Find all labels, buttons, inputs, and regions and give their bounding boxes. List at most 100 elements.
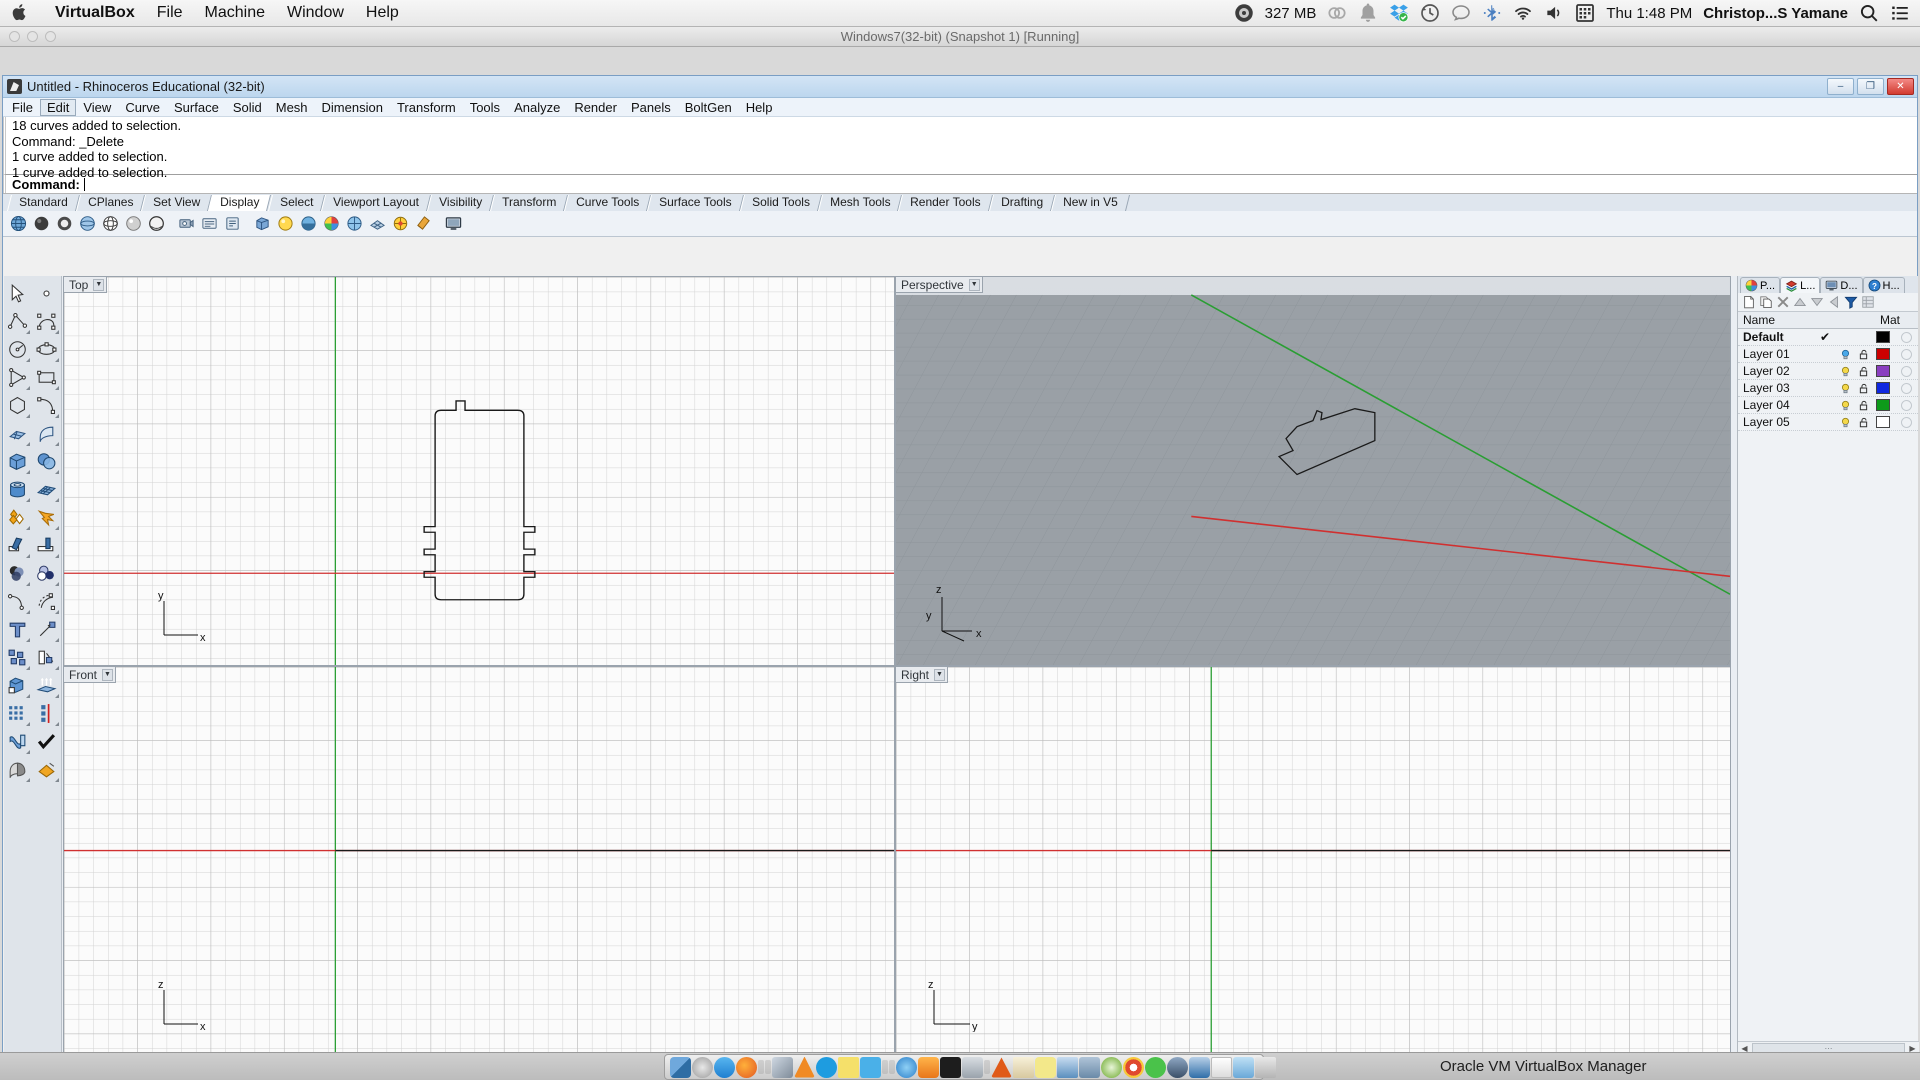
- clock-label[interactable]: Thu 1:48 PM: [1606, 5, 1692, 22]
- appstore-icon[interactable]: [714, 1056, 735, 1078]
- layer-color-swatch[interactable]: [1872, 365, 1894, 377]
- layer-material-swatch[interactable]: [1894, 348, 1918, 360]
- current-layer-check[interactable]: ✔: [1814, 330, 1836, 344]
- sphere-ghosted-icon[interactable]: [54, 213, 75, 234]
- blend-curve-icon[interactable]: [33, 588, 60, 615]
- flashlight-icon[interactable]: [413, 213, 434, 234]
- table-row[interactable]: Layer 02: [1738, 363, 1918, 380]
- sphere-solid-icon[interactable]: [33, 448, 60, 475]
- toolbar-tab-viewport-layout[interactable]: Viewport Layout: [320, 195, 431, 211]
- box-solid-icon[interactable]: [4, 448, 31, 475]
- shade-sphere-icon[interactable]: [275, 213, 296, 234]
- layer-lock-toggle[interactable]: [1854, 349, 1872, 360]
- rhino-menu-transform[interactable]: Transform: [390, 99, 463, 116]
- layer-visibility-toggle[interactable]: [1836, 400, 1854, 411]
- offset-surface-icon[interactable]: [4, 672, 31, 699]
- rhino-menu-surface[interactable]: Surface: [167, 99, 226, 116]
- check-object-icon[interactable]: [33, 728, 60, 755]
- sphere-shaded-icon[interactable]: [31, 213, 52, 234]
- rhino-menu-analyze[interactable]: Analyze: [507, 99, 567, 116]
- layer-color-swatch[interactable]: [1872, 382, 1894, 394]
- volume-icon[interactable]: [1544, 3, 1564, 23]
- rhino-close-button[interactable]: ✕: [1887, 78, 1914, 95]
- photos-icon[interactable]: [772, 1056, 793, 1078]
- istat-menu-icon[interactable]: [1234, 3, 1254, 23]
- color-wheel-icon[interactable]: [321, 213, 342, 234]
- move-up-icon[interactable]: [1793, 295, 1807, 309]
- shade-preview-icon[interactable]: [4, 756, 31, 783]
- spotlight-search-icon[interactable]: [1859, 3, 1879, 23]
- curve-interp-icon[interactable]: [33, 308, 60, 335]
- creative-cloud-icon[interactable]: [1327, 3, 1347, 23]
- ellipse-icon[interactable]: [33, 336, 60, 363]
- toolbar-tab-drafting[interactable]: Drafting: [988, 195, 1055, 211]
- point-icon[interactable]: [33, 280, 60, 307]
- menu-help[interactable]: Help: [355, 4, 410, 22]
- copy-objects-icon[interactable]: [4, 644, 31, 671]
- boolean-sphere-icon[interactable]: [4, 560, 31, 587]
- layer-lock-toggle[interactable]: [1854, 400, 1872, 411]
- toolbar-tab-standard[interactable]: Standard: [7, 195, 80, 211]
- globe-icon[interactable]: [8, 213, 29, 234]
- table-row[interactable]: Layer 03: [1738, 380, 1918, 397]
- rhino-minimize-button[interactable]: –: [1827, 78, 1854, 95]
- launchpad-icon[interactable]: [692, 1056, 713, 1078]
- viewport-label-right[interactable]: Right ▼: [896, 667, 949, 683]
- layer-color-swatch[interactable]: [1872, 416, 1894, 428]
- toolbar-tab-select[interactable]: Select: [267, 195, 325, 211]
- chevron-down-icon[interactable]: ▼: [93, 278, 105, 291]
- panel-tab-help[interactable]: ? H...: [1862, 277, 1905, 293]
- chevron-down-icon[interactable]: ▼: [934, 668, 946, 681]
- toolbar-tab-render-tools[interactable]: Render Tools: [898, 195, 993, 211]
- select-arrow-icon[interactable]: [4, 280, 31, 307]
- array-linear-icon[interactable]: [33, 700, 60, 727]
- spotify-icon[interactable]: [1145, 1056, 1166, 1078]
- viewport-label-front[interactable]: Front ▼: [64, 667, 117, 683]
- copy-layer-icon[interactable]: [1759, 295, 1773, 309]
- layer-material-swatch[interactable]: [1894, 399, 1918, 411]
- table-row[interactable]: Layer 01: [1738, 346, 1918, 363]
- toolbar-tab-display[interactable]: Display: [208, 195, 272, 211]
- layer-lock-toggle[interactable]: [1854, 417, 1872, 428]
- table-row[interactable]: Default ✔: [1738, 329, 1918, 346]
- table-row[interactable]: Layer 04: [1738, 397, 1918, 414]
- notes-icon[interactable]: [1013, 1056, 1034, 1078]
- viewport-right[interactable]: Right ▼ z y: [895, 666, 1731, 1055]
- render-mesh-icon[interactable]: [367, 213, 388, 234]
- boolean-union-icon[interactable]: [4, 504, 31, 531]
- rhino-menu-view[interactable]: View: [76, 99, 118, 116]
- dropbox-icon[interactable]: [1389, 3, 1409, 23]
- move-down-icon[interactable]: [1810, 295, 1824, 309]
- arc-icon[interactable]: [33, 392, 60, 419]
- panel-tab-layers[interactable]: L...: [1780, 277, 1821, 293]
- delete-layer-icon[interactable]: [1776, 295, 1790, 309]
- layer-material-swatch[interactable]: [1894, 382, 1918, 394]
- viewport-perspective[interactable]: Perspective ▼ z y x: [895, 276, 1731, 666]
- layer-material-swatch[interactable]: [1894, 365, 1918, 377]
- toolbar-tab-surface-tools[interactable]: Surface Tools: [647, 195, 744, 211]
- text-icon[interactable]: [4, 616, 31, 643]
- array-grid-icon[interactable]: [4, 700, 31, 727]
- circle-icon[interactable]: [4, 336, 31, 363]
- command-input-row[interactable]: Command:: [3, 174, 1917, 193]
- view-named-icon[interactable]: [199, 213, 220, 234]
- finder-icon[interactable]: [670, 1056, 691, 1078]
- globe-grid-icon[interactable]: [344, 213, 365, 234]
- polyline-icon[interactable]: [4, 308, 31, 335]
- rhino-menu-solid[interactable]: Solid: [226, 99, 269, 116]
- rhino-title-bar[interactable]: Untitled - Rhinoceros Educational (32-bi…: [3, 76, 1917, 98]
- rhino-menu-tools[interactable]: Tools: [463, 99, 507, 116]
- rhino-menu-render[interactable]: Render: [567, 99, 624, 116]
- layer-visibility-toggle[interactable]: [1836, 383, 1854, 394]
- boolean-difference-icon[interactable]: [33, 560, 60, 587]
- reader-icon[interactable]: [1057, 1056, 1078, 1078]
- viewport-front[interactable]: Front ▼ z x: [63, 666, 895, 1055]
- monitor-icon[interactable]: [443, 213, 464, 234]
- properties-grid-icon[interactable]: [1861, 295, 1875, 309]
- notification-center-icon[interactable]: [1890, 3, 1910, 23]
- firefox-icon[interactable]: [736, 1056, 757, 1078]
- layer-lock-toggle[interactable]: [1854, 383, 1872, 394]
- dimension-leader-icon[interactable]: [33, 616, 60, 643]
- toolbar-tab-solid-tools[interactable]: Solid Tools: [739, 195, 822, 211]
- activity-monitor-icon[interactable]: [940, 1056, 961, 1078]
